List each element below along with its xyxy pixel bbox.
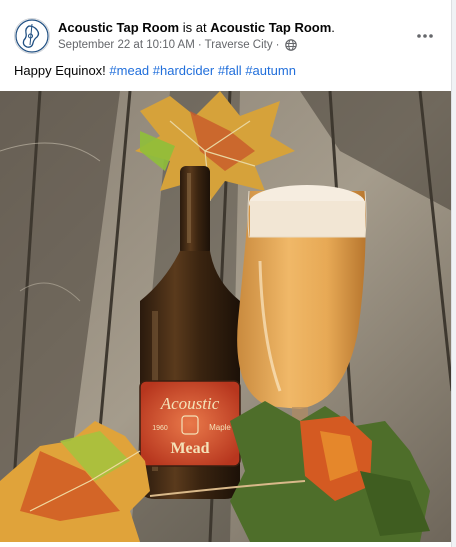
label-maple: Maple xyxy=(209,423,231,432)
post-title-line: Acoustic Tap Room is at Acoustic Tap Roo… xyxy=(58,20,335,35)
ellipsis-icon xyxy=(417,34,433,38)
page-avatar[interactable] xyxy=(14,18,50,54)
facebook-post: Acoustic Tap Room is at Acoustic Tap Roo… xyxy=(0,0,452,547)
post-caption: Happy Equinox! #mead #hardcider #fall #a… xyxy=(14,63,296,78)
post-meta: September 22 at 10:10 AM · Traverse City… xyxy=(58,39,298,51)
caption-text: Happy Equinox! xyxy=(14,63,110,78)
timestamp-link[interactable]: September 22 at 10:10 AM xyxy=(58,39,195,51)
meta-separator: · xyxy=(197,39,202,51)
post-header: Acoustic Tap Room is at Acoustic Tap Roo… xyxy=(0,0,451,62)
hashtag-fall[interactable]: #fall xyxy=(218,63,242,78)
label-year: 1960 xyxy=(152,425,168,432)
meta-separator-2: · xyxy=(275,39,280,51)
globe-icon xyxy=(285,39,298,51)
location-suffix: . xyxy=(331,20,335,35)
guitar-logo-icon xyxy=(15,19,49,53)
city-link[interactable]: Traverse City xyxy=(205,39,273,51)
connector-text: is at xyxy=(179,20,211,35)
label-mead: Mead xyxy=(170,440,209,457)
hashtag-hardcider[interactable]: #hardcider xyxy=(153,63,214,78)
location-link[interactable]: Acoustic Tap Room xyxy=(210,20,331,35)
post-photo[interactable]: Acoustic 1960 Maple Mead xyxy=(0,91,451,542)
hashtag-mead[interactable]: #mead xyxy=(109,63,149,78)
label-acoustic: Acoustic xyxy=(160,394,220,413)
author-name-link[interactable]: Acoustic Tap Room xyxy=(58,20,179,35)
hashtag-autumn[interactable]: #autumn xyxy=(245,63,296,78)
more-options-button[interactable] xyxy=(411,22,439,50)
mead-bottle-photo: Acoustic 1960 Maple Mead xyxy=(0,91,451,542)
